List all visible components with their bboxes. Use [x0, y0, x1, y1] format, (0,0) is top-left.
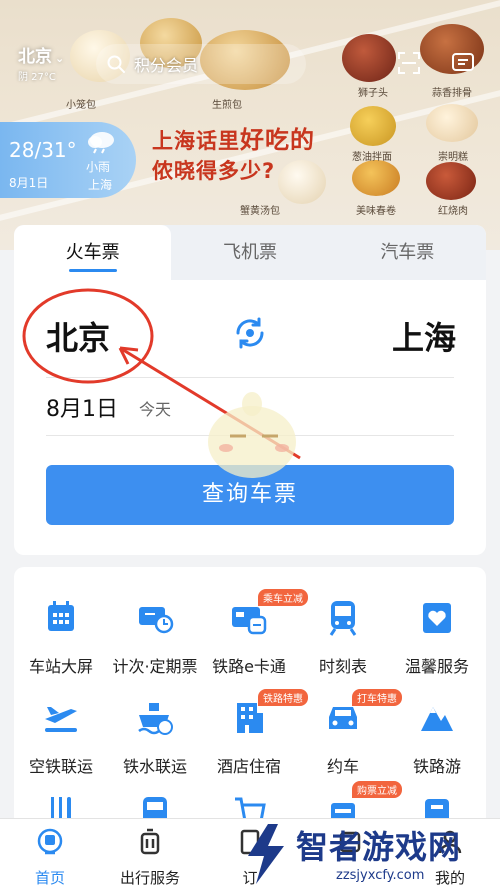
departure-date[interactable]: 8月1日	[46, 391, 118, 423]
food-caption: 狮子头	[358, 88, 388, 99]
ship-icon	[138, 703, 173, 735]
service-care[interactable]: 温馨服务	[390, 597, 484, 677]
date-note: 今天	[139, 400, 172, 419]
user-icon	[438, 830, 462, 854]
service-rail-tour[interactable]: 铁路游	[390, 697, 484, 777]
weather-date: 8月1日	[9, 176, 49, 190]
divider	[46, 377, 454, 378]
food-caption: 蒜香排骨	[432, 88, 472, 99]
order-icon	[240, 829, 260, 855]
tab-bus[interactable]: 汽车票	[329, 225, 486, 280]
nav-orders[interactable]: 订	[200, 827, 300, 888]
services-grid: 车站大屏 计次·定期票 乘车立减 铁路e卡通 时刻表 温馨服务 空铁联运 铁水联…	[14, 567, 486, 827]
search-placeholder: 积分会员	[134, 56, 199, 75]
nav-label: 首页	[34, 869, 65, 887]
scan-icon[interactable]	[396, 50, 422, 76]
service-label: 空铁联运	[28, 757, 93, 776]
nav-label: 我的	[434, 869, 465, 887]
chevron-down-icon: ⌄	[55, 52, 65, 65]
service-label: 时刻表	[318, 657, 367, 676]
luggage-icon	[140, 828, 160, 855]
service-label: 铁水联运	[122, 757, 187, 776]
arrival-city[interactable]: 上海	[392, 313, 456, 359]
train-icon	[329, 601, 357, 636]
tab-flight[interactable]: 飞机票	[171, 225, 328, 280]
car-icon	[329, 707, 357, 729]
ticket-clock-icon	[139, 607, 174, 634]
nav-label: 订	[242, 869, 258, 887]
divider	[46, 435, 454, 436]
food-image	[352, 160, 400, 196]
service-label: 铁路游	[412, 757, 461, 776]
bottom-nav: 首页 出行服务 订 我的	[0, 818, 500, 889]
food-caption: 崇明糕	[438, 152, 468, 163]
city-selector[interactable]: 北京 ⌄	[18, 42, 64, 67]
food-caption: 美味春卷	[356, 206, 396, 217]
ticket-booking-card: 火车票 飞机票 汽车票 北京 上海 8月1日 今天 查询车票	[14, 225, 486, 555]
service-count-ticket[interactable]: 计次·定期票	[108, 597, 202, 677]
other-icon	[339, 831, 361, 853]
service-label: 约车	[326, 757, 359, 776]
tab-train[interactable]: 火车票	[14, 225, 172, 280]
rain-cloud-icon	[88, 132, 114, 154]
service-hotel[interactable]: 铁路特惠 酒店住宿	[202, 689, 308, 777]
departure-city[interactable]: 北京	[46, 313, 110, 359]
nav-label: 出行服务	[119, 869, 180, 887]
service-label: 铁路e卡通	[212, 657, 286, 676]
home-train-icon	[37, 828, 63, 855]
food-caption: 葱油拌面	[352, 152, 392, 163]
tab-label: 火车票	[65, 242, 120, 263]
calendar-icon	[48, 601, 74, 631]
nav-travel-services[interactable]: 出行服务	[100, 827, 200, 888]
food-image	[426, 104, 478, 142]
heart-icon	[423, 603, 451, 633]
hotel-icon	[237, 703, 263, 733]
promo-headline: 上海话里好吃的 侬晓得多少?	[152, 125, 315, 186]
service-label: 计次·定期票	[112, 657, 198, 676]
promo-line2: 侬晓得多少?	[152, 159, 276, 183]
weather-summary: 阴 27°C	[18, 72, 56, 83]
food-image	[342, 34, 396, 82]
promo-line1-b: 好吃的	[240, 126, 315, 154]
weather-card[interactable]: 28/31° 8月1日 小雨 上海	[0, 122, 136, 198]
food-image	[350, 106, 396, 146]
food-image	[426, 162, 476, 200]
message-icon[interactable]	[450, 50, 476, 76]
active-tab-indicator	[68, 269, 117, 272]
tab-label: 飞机票	[222, 242, 277, 263]
tab-label: 汽车票	[380, 242, 435, 263]
swap-cities-icon[interactable]	[232, 315, 268, 351]
weather-temp: 28/31°	[9, 138, 77, 162]
service-label: 温馨服务	[404, 657, 469, 676]
service-e-card[interactable]: 乘车立减 铁路e卡通	[202, 589, 308, 677]
search-icon	[107, 55, 125, 73]
ticket-type-tabs: 火车票 飞机票 汽车票	[14, 225, 486, 280]
search-input[interactable]: 积分会员	[96, 44, 306, 84]
city-name: 北京	[18, 47, 52, 67]
food-caption: 小笼包	[66, 100, 96, 111]
nav-other[interactable]	[300, 827, 400, 867]
food-caption: 红烧肉	[438, 206, 468, 217]
service-rail-water[interactable]: 铁水联运	[108, 697, 202, 777]
service-car[interactable]: 打车特惠 约车	[296, 689, 402, 777]
food-caption: 生煎包	[212, 100, 242, 111]
service-station-screen[interactable]: 车站大屏	[14, 597, 108, 677]
nav-mine[interactable]: 我的	[400, 827, 500, 888]
mountain-icon	[421, 707, 453, 731]
service-label: 酒店住宿	[216, 757, 281, 776]
service-air-rail[interactable]: 空铁联运	[14, 697, 108, 777]
plane-train-icon	[45, 707, 77, 732]
weather-condition: 小雨	[86, 160, 111, 174]
service-label: 车站大屏	[28, 657, 93, 676]
weather-city: 上海	[88, 178, 113, 192]
service-timetable[interactable]: 时刻表	[296, 597, 390, 677]
food-caption: 蟹黄汤包	[240, 206, 280, 217]
card-train-icon	[232, 607, 267, 635]
search-tickets-button[interactable]: 查询车票	[46, 465, 454, 525]
nav-home[interactable]: 首页	[0, 827, 100, 888]
promo-line1-a: 上海话里	[152, 129, 240, 153]
